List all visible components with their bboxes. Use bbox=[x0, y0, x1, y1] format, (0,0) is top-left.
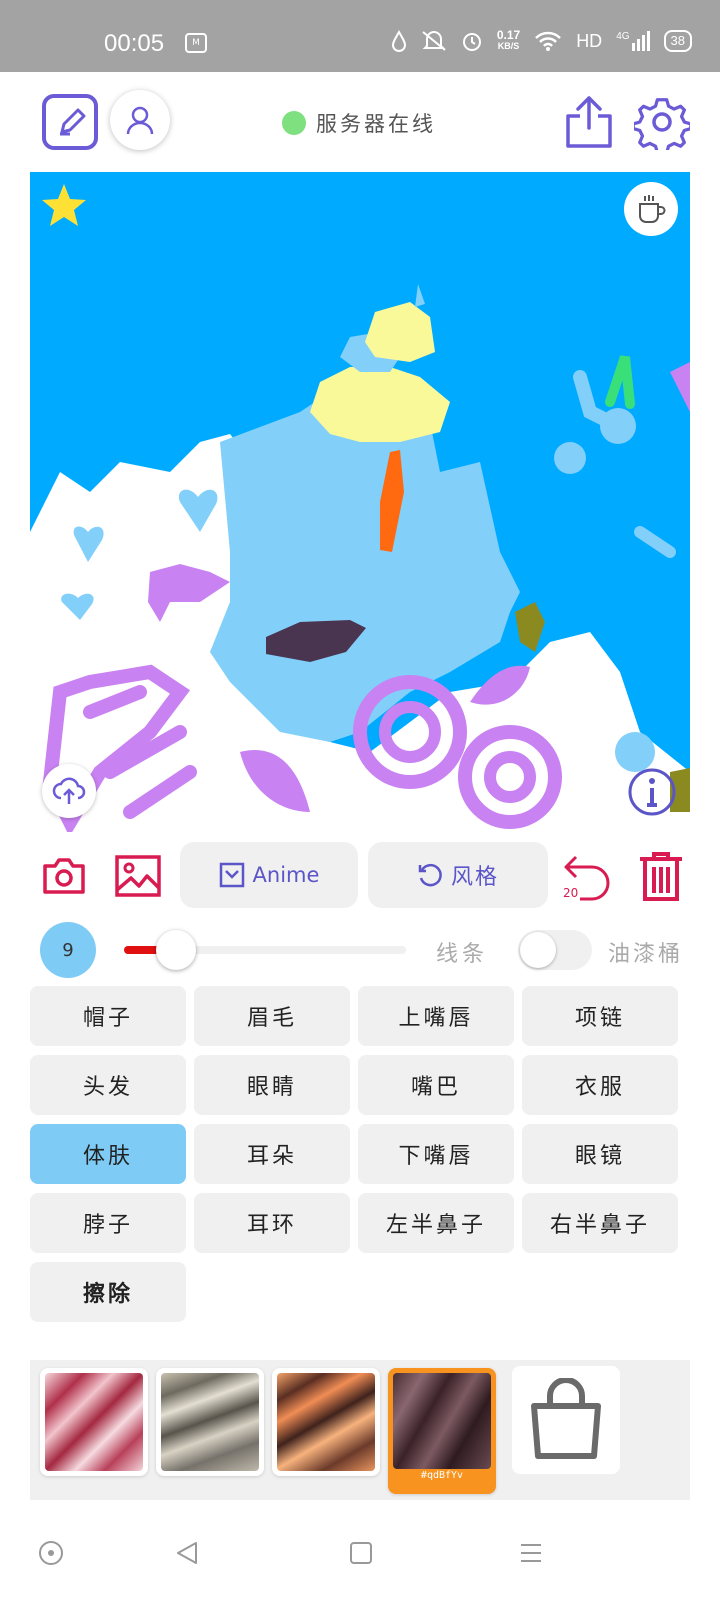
style-texture-preview bbox=[45, 1373, 143, 1471]
part-button-eyes[interactable]: 眼睛 bbox=[194, 1055, 350, 1115]
undo-count: 20 bbox=[563, 886, 579, 900]
style-texture-preview bbox=[393, 1373, 491, 1469]
brush-size-badge: 9 bbox=[40, 922, 96, 978]
camera-button[interactable] bbox=[42, 856, 86, 896]
anime-button[interactable]: Anime bbox=[180, 842, 358, 908]
cloud-upload-icon bbox=[52, 777, 86, 804]
bucket-mode-label: 油漆桶 bbox=[608, 942, 684, 967]
status-time: 00:05 bbox=[104, 30, 165, 57]
part-button-skin[interactable]: 体肤 bbox=[30, 1124, 186, 1184]
server-status: 服务器在线 bbox=[282, 108, 436, 138]
pencil-square-icon bbox=[60, 108, 86, 136]
part-button-hair[interactable]: 头发 bbox=[30, 1055, 186, 1115]
drop-icon bbox=[391, 30, 406, 52]
server-status-label: 服务器在线 bbox=[316, 112, 436, 136]
share-button[interactable] bbox=[564, 94, 614, 150]
signal-icon: 4G bbox=[616, 31, 650, 51]
wifi-icon bbox=[535, 31, 562, 51]
part-button-right-nose[interactable]: 右半鼻子 bbox=[522, 1193, 678, 1253]
gear-icon bbox=[634, 98, 690, 150]
part-button-earrings[interactable]: 耳环 bbox=[194, 1193, 350, 1253]
coffee-button[interactable] bbox=[624, 182, 678, 236]
anime-model-icon bbox=[219, 862, 244, 888]
part-button-necklace[interactable]: 项链 bbox=[522, 986, 678, 1046]
style-texture-preview bbox=[161, 1373, 259, 1471]
style-texture-preview bbox=[277, 1373, 375, 1471]
style-thumbnail[interactable] bbox=[40, 1368, 148, 1476]
refresh-icon bbox=[418, 863, 442, 887]
gallery-button[interactable] bbox=[114, 854, 162, 898]
image-icon bbox=[115, 855, 161, 897]
tool-row: Anime 风格 20 bbox=[0, 842, 720, 910]
nfc-icon: M bbox=[185, 33, 207, 53]
battery-icon: 38 bbox=[663, 30, 692, 52]
part-button-upper-lip[interactable]: 上嘴唇 bbox=[358, 986, 514, 1046]
line-mode-label: 线条 bbox=[436, 942, 489, 967]
style-strip: #qdBfYv bbox=[30, 1360, 690, 1500]
part-button-eyebrows[interactable]: 眉毛 bbox=[194, 986, 350, 1046]
part-button-ears[interactable]: 耳朵 bbox=[194, 1124, 350, 1184]
style-button[interactable]: 风格 bbox=[368, 842, 548, 908]
part-button-left-nose[interactable]: 左半鼻子 bbox=[358, 1193, 514, 1253]
trash-icon bbox=[640, 852, 682, 901]
share-icon bbox=[566, 96, 612, 148]
user-button[interactable] bbox=[110, 90, 170, 150]
part-button-clothes[interactable]: 衣服 bbox=[522, 1055, 678, 1115]
part-button-mouth[interactable]: 嘴巴 bbox=[358, 1055, 514, 1115]
top-bar: 服务器在线 bbox=[0, 72, 720, 172]
part-button-lower-lip[interactable]: 下嘴唇 bbox=[358, 1124, 514, 1184]
bucket-toggle[interactable] bbox=[518, 930, 592, 970]
system-nav-bar bbox=[0, 1510, 720, 1600]
back-icon[interactable] bbox=[174, 1540, 200, 1566]
toggle-knob bbox=[520, 932, 556, 968]
brush-row: 9 线条 油漆桶 bbox=[0, 920, 720, 980]
edit-button[interactable] bbox=[42, 94, 98, 150]
style-shop-button[interactable] bbox=[512, 1366, 620, 1474]
drawing-canvas[interactable] bbox=[30, 172, 690, 832]
coffee-icon bbox=[639, 195, 666, 223]
info-icon bbox=[628, 768, 676, 816]
sketch-artwork bbox=[30, 284, 690, 832]
network-type: HD bbox=[576, 30, 603, 51]
anime-button-label: Anime bbox=[252, 863, 320, 887]
shopping-bag-icon bbox=[531, 1378, 601, 1459]
menu-icon[interactable] bbox=[518, 1540, 544, 1566]
home-icon[interactable] bbox=[348, 1540, 374, 1566]
status-bar: 00:05 M 0.17 KB/S HD 4G 38 bbox=[0, 0, 720, 72]
status-icons: 0.17 KB/S HD 4G 38 bbox=[391, 28, 692, 52]
clear-button[interactable] bbox=[636, 850, 686, 904]
settings-button[interactable] bbox=[634, 94, 690, 150]
alarm-icon bbox=[462, 33, 481, 51]
net-speed: 0.17 KB/S bbox=[496, 28, 521, 51]
part-button-eraser[interactable]: 擦除 bbox=[30, 1262, 186, 1322]
server-status-dot bbox=[282, 111, 306, 135]
star-icon[interactable] bbox=[40, 182, 88, 228]
style-caption: #qdBfYv bbox=[420, 1470, 464, 1481]
assistant-icon[interactable] bbox=[38, 1540, 64, 1566]
style-thumbnail[interactable] bbox=[272, 1368, 380, 1476]
part-button-hat[interactable]: 帽子 bbox=[30, 986, 186, 1046]
slider-thumb[interactable] bbox=[156, 930, 196, 970]
part-button-neck[interactable]: 脖子 bbox=[30, 1193, 186, 1253]
mute-icon bbox=[422, 31, 446, 51]
part-button-glasses[interactable]: 眼镜 bbox=[522, 1124, 678, 1184]
user-icon bbox=[126, 106, 154, 135]
style-button-label: 风格 bbox=[450, 865, 499, 890]
style-thumbnail-selected[interactable]: #qdBfYv bbox=[388, 1368, 496, 1494]
camera-icon bbox=[43, 858, 85, 894]
upload-button[interactable] bbox=[42, 764, 96, 818]
info-button[interactable] bbox=[626, 766, 678, 818]
style-thumbnail[interactable] bbox=[156, 1368, 264, 1476]
brush-size-slider[interactable] bbox=[124, 930, 406, 970]
